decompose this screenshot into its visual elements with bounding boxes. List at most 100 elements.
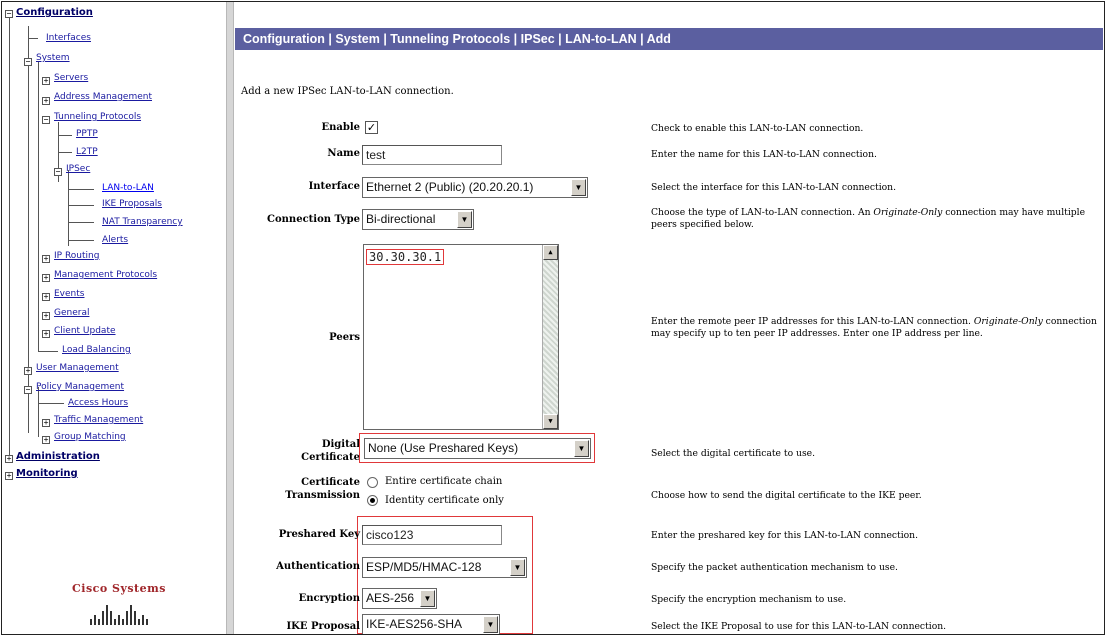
expand-icon[interactable]: + <box>5 455 13 463</box>
identity-only-radio[interactable] <box>367 495 378 506</box>
nav-load-balancing[interactable]: Load Balancing <box>62 345 131 356</box>
connection-type-select[interactable]: Bi-directional ▼ <box>362 209 474 230</box>
frame-divider[interactable] <box>226 2 234 634</box>
collapse-icon[interactable]: − <box>24 386 32 394</box>
nav-general[interactable]: General <box>54 308 89 319</box>
nav-ike-proposals[interactable]: IKE Proposals <box>102 199 162 210</box>
digital-certificate-label: Digital Certificate <box>301 438 360 464</box>
help-emphasis: Originate-Only <box>973 316 1043 327</box>
tree-line <box>68 240 94 241</box>
dropdown-arrow-icon: ▼ <box>483 616 498 633</box>
authentication-value: ESP/MD5/HMAC-128 <box>366 560 482 574</box>
collapse-icon[interactable]: − <box>42 116 50 124</box>
scroll-up-icon[interactable]: ▲ <box>543 245 558 260</box>
preshared-key-input[interactable]: cisco123 <box>362 525 502 545</box>
expand-icon[interactable]: + <box>24 367 32 375</box>
expand-icon[interactable]: + <box>42 97 50 105</box>
preshared-key-label: Preshared Key <box>278 529 360 540</box>
help-emphasis: Originate-Only <box>873 207 943 218</box>
expand-icon[interactable]: + <box>42 274 50 282</box>
dropdown-arrow-icon: ▼ <box>571 179 586 196</box>
expand-icon[interactable]: + <box>5 472 13 480</box>
peers-help: Enter the remote peer IP addresses for t… <box>651 316 1099 339</box>
entire-chain-radio[interactable] <box>367 477 378 488</box>
main-content: Configuration | System | Tunneling Proto… <box>235 2 1104 634</box>
expand-icon[interactable]: + <box>42 312 50 320</box>
help-text: Enter the remote peer IP addresses for t… <box>651 316 974 327</box>
cisco-logo: Cisco Systems <box>64 582 174 632</box>
nav-l2tp[interactable]: L2TP <box>76 147 98 158</box>
tree-line <box>68 222 94 223</box>
tree-line <box>68 170 69 246</box>
expand-icon[interactable]: + <box>42 330 50 338</box>
digital-certificate-help: Select the digital certificate to use. <box>651 448 816 459</box>
window-frame: − Configuration Interfaces − System + Se… <box>1 1 1105 635</box>
connection-type-help: Choose the type of LAN-to-LAN connection… <box>651 207 1099 230</box>
nav-access-hours[interactable]: Access Hours <box>68 398 128 409</box>
nav-tunneling-protocols[interactable]: Tunneling Protocols <box>54 112 141 123</box>
preshared-key-help: Enter the preshared key for this LAN-to-… <box>651 530 919 541</box>
enable-help: Check to enable this LAN-to-LAN connecti… <box>651 123 864 134</box>
digital-certificate-value: None (Use Preshared Keys) <box>368 441 519 455</box>
nav-servers[interactable]: Servers <box>54 73 88 84</box>
expand-icon[interactable]: + <box>42 436 50 444</box>
nav-lan-to-lan[interactable]: LAN-to-LAN <box>102 183 154 194</box>
collapse-icon[interactable]: − <box>54 168 62 176</box>
nav-nat-transparency[interactable]: NAT Transparency <box>102 217 183 228</box>
tree-line <box>38 62 39 352</box>
interface-help: Select the interface for this LAN-to-LAN… <box>651 182 897 193</box>
nav-administration[interactable]: Administration <box>16 451 100 462</box>
expand-icon[interactable]: + <box>42 255 50 263</box>
nav-pptp[interactable]: PPTP <box>76 129 98 140</box>
authentication-label: Authentication <box>276 561 360 572</box>
nav-ip-routing[interactable]: IP Routing <box>54 251 99 262</box>
tree-line <box>38 403 64 404</box>
ike-proposal-help: Select the IKE Proposal to use for this … <box>651 621 947 632</box>
nav-events[interactable]: Events <box>54 289 84 300</box>
ike-proposal-select[interactable]: IKE-AES256-SHA ▼ <box>362 614 500 634</box>
peers-scrollbar[interactable]: ▲ ▼ <box>542 245 558 429</box>
nav-management-protocols[interactable]: Management Protocols <box>54 270 157 281</box>
nav-user-management[interactable]: User Management <box>36 363 119 374</box>
identity-only-label: Identity certificate only <box>385 495 504 506</box>
nav-alerts[interactable]: Alerts <box>102 235 128 246</box>
enable-checkbox[interactable]: ✓ <box>365 121 378 134</box>
nav-configuration[interactable]: Configuration <box>16 7 93 18</box>
certificate-transmission-help: Choose how to send the digital certifica… <box>651 490 922 501</box>
logo-text: Cisco Systems <box>72 582 166 595</box>
nav-client-update[interactable]: Client Update <box>54 326 116 337</box>
tree-line <box>58 152 72 153</box>
nav-address-management[interactable]: Address Management <box>54 92 152 103</box>
name-input[interactable]: test <box>362 145 502 165</box>
dropdown-arrow-icon: ▼ <box>510 559 525 576</box>
interface-select[interactable]: Ethernet 2 (Public) (20.20.20.1) ▼ <box>362 177 588 198</box>
peers-textarea[interactable]: 30.30.30.1 ▲ ▼ <box>363 244 559 430</box>
collapse-icon[interactable]: − <box>24 58 32 66</box>
nav-monitoring[interactable]: Monitoring <box>16 468 78 479</box>
authentication-help: Specify the packet authentication mechan… <box>651 562 898 573</box>
label-line: Digital <box>321 439 360 450</box>
tree-line <box>9 15 10 459</box>
expand-icon[interactable]: + <box>42 77 50 85</box>
encryption-select[interactable]: AES-256 ▼ <box>362 588 437 609</box>
nav-group-matching[interactable]: Group Matching <box>54 432 126 443</box>
tree-line <box>68 205 94 206</box>
nav-interfaces[interactable]: Interfaces <box>46 33 91 44</box>
tree-line <box>68 189 94 190</box>
scroll-down-icon[interactable]: ▼ <box>543 414 558 429</box>
digital-certificate-select[interactable]: None (Use Preshared Keys) ▼ <box>364 438 591 459</box>
collapse-icon[interactable]: − <box>5 10 13 18</box>
tree-line <box>58 135 72 136</box>
nav-system[interactable]: System <box>36 53 70 64</box>
expand-icon[interactable]: + <box>42 293 50 301</box>
authentication-select[interactable]: ESP/MD5/HMAC-128 ▼ <box>362 557 527 578</box>
dropdown-arrow-icon: ▼ <box>420 590 435 607</box>
expand-icon[interactable]: + <box>42 419 50 427</box>
navigation-tree: − Configuration Interfaces − System + Se… <box>2 2 226 634</box>
label-line: Certificate <box>301 452 360 463</box>
nav-traffic-management[interactable]: Traffic Management <box>54 415 143 426</box>
nav-ipsec[interactable]: IPSec <box>66 164 90 175</box>
page-title: Configuration | System | Tunneling Proto… <box>235 28 1103 50</box>
dropdown-arrow-icon: ▼ <box>574 440 589 457</box>
nav-policy-management[interactable]: Policy Management <box>36 382 124 393</box>
